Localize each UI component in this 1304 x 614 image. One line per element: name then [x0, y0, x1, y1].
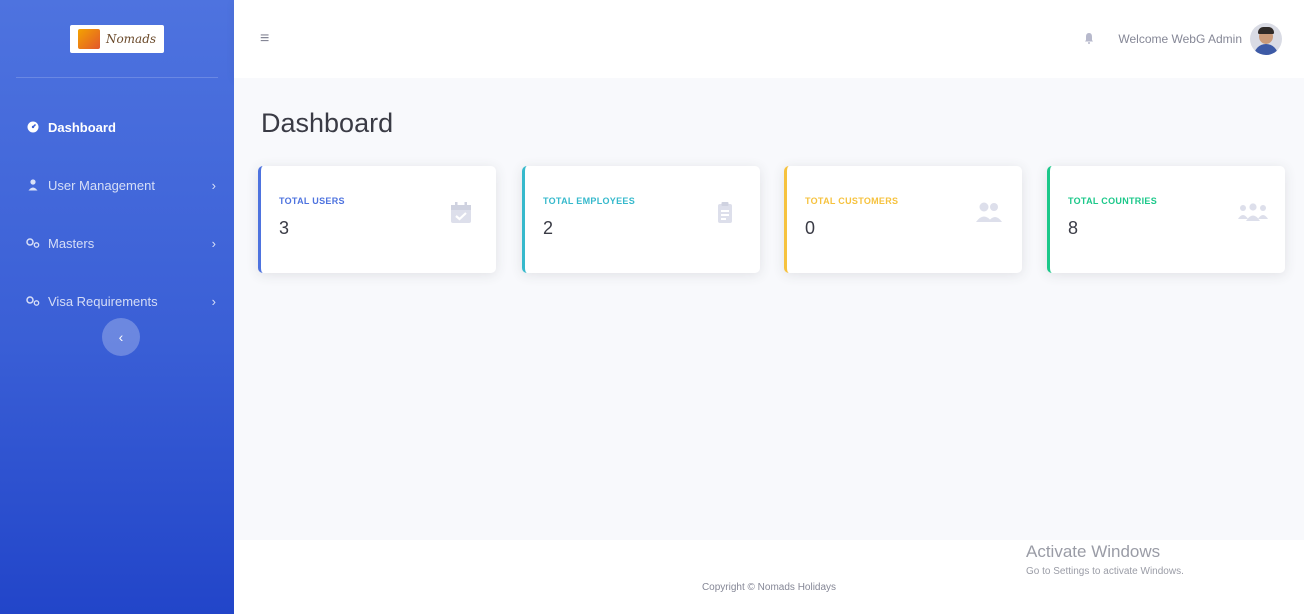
bell-icon[interactable] [1084, 32, 1094, 47]
sidebar-item-label: Masters [48, 235, 95, 251]
card-title: TOTAL USERS [279, 196, 345, 206]
topbar: ≡ Welcome WebG Admin [234, 0, 1304, 78]
activate-windows-subtitle: Go to Settings to activate Windows. [1026, 566, 1184, 577]
card-value: 3 [279, 218, 290, 238]
sidebar-item-label: Dashboard [48, 119, 116, 135]
logo-icon [77, 28, 100, 49]
sidebar-item-masters[interactable]: Masters › [0, 214, 234, 272]
brand-logo[interactable]: Nomads [69, 24, 165, 53]
brand-logo-text: Nomads [105, 31, 157, 46]
sidebar-nav: Dashboard User Management › Masters › Vi… [0, 98, 234, 330]
users-icon [974, 200, 1002, 226]
sidebar-item-dashboard[interactable]: Dashboard [0, 98, 234, 156]
users-group-icon [1237, 200, 1268, 226]
sidebar-toggle-button[interactable]: ‹ [102, 318, 140, 356]
card-value: 2 [543, 218, 554, 238]
avatar[interactable] [1250, 23, 1282, 55]
stat-card-total-employees[interactable]: TOTAL EMPLOYEES 2 [522, 166, 760, 273]
footer-copyright: Copyright © Nomads Holidays [701, 581, 837, 593]
cogs-icon [26, 294, 40, 308]
sidebar-brand[interactable]: Nomads [16, 0, 218, 78]
hamburger-icon[interactable]: ≡ [260, 30, 269, 48]
main-content: Dashboard TOTAL USERS 3 TOTAL EMPLOYEES … [234, 78, 1304, 540]
stat-card-total-users[interactable]: TOTAL USERS 3 [258, 166, 496, 273]
cogs-icon [26, 236, 40, 250]
calendar-check-icon [448, 200, 474, 226]
card-title: TOTAL COUNTRIES [1068, 196, 1158, 206]
welcome-text[interactable]: Welcome WebG Admin [1118, 32, 1242, 46]
page-title: Dashboard [261, 108, 394, 138]
chevron-right-icon: › [211, 235, 216, 251]
user-icon [26, 178, 40, 192]
topbar-user-area: Welcome WebG Admin [1084, 23, 1282, 55]
chevron-right-icon: › [211, 293, 216, 309]
stat-card-total-customers[interactable]: TOTAL CUSTOMERS 0 [784, 166, 1022, 273]
clipboard-icon [712, 200, 738, 226]
dashboard-icon [26, 120, 40, 134]
stat-card-total-countries[interactable]: TOTAL COUNTRIES 8 [1047, 166, 1285, 273]
card-title: TOTAL EMPLOYEES [543, 196, 636, 206]
chevron-left-icon: ‹ [118, 329, 124, 345]
sidebar-item-label: Visa Requirements [48, 293, 158, 309]
sidebar: Nomads Dashboard User Management › Maste… [0, 0, 234, 614]
chevron-right-icon: › [211, 177, 216, 193]
sidebar-item-user-management[interactable]: User Management › [0, 156, 234, 214]
card-value: 0 [805, 218, 816, 238]
activate-windows-title: Activate Windows [1026, 542, 1161, 561]
activate-windows-watermark: Activate Windows Go to Settings to activ… [1026, 542, 1184, 577]
card-title: TOTAL CUSTOMERS [805, 196, 899, 206]
card-value: 8 [1068, 218, 1079, 238]
sidebar-item-label: User Management [48, 177, 155, 193]
